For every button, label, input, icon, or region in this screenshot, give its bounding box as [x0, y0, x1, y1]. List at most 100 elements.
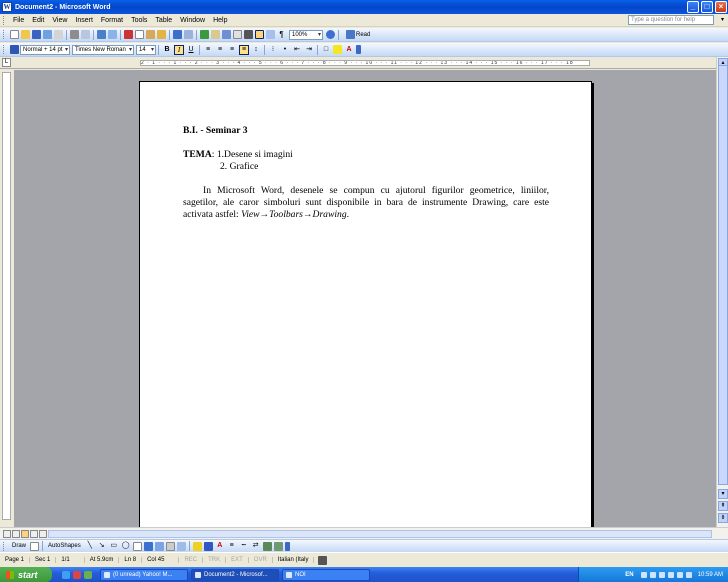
normal-view-icon[interactable] [3, 530, 11, 538]
border-icon[interactable]: □ [321, 45, 331, 55]
tray-messenger-icon[interactable] [649, 571, 656, 578]
fill-color-icon[interactable] [192, 541, 202, 551]
close-button[interactable]: × [715, 1, 727, 13]
help-search-input[interactable]: Type a question for help [628, 15, 714, 25]
line-tool-icon[interactable]: ╲ [85, 541, 95, 551]
toolbar-grip[interactable] [3, 45, 6, 54]
outline-view-icon[interactable] [30, 530, 38, 538]
vertical-scrollbar[interactable]: ▴ ▾ ⇞ ⇟ [716, 57, 728, 527]
menu-window[interactable]: Window [176, 17, 209, 24]
increase-indent-icon[interactable]: ⇥ [304, 45, 314, 55]
toolbar-options-icon[interactable] [356, 45, 361, 54]
print-preview-icon[interactable] [81, 30, 90, 39]
tray-network-icon[interactable] [667, 571, 674, 578]
tab-selector-icon[interactable]: L [2, 58, 11, 67]
web-view-icon[interactable] [12, 530, 20, 538]
menu-help[interactable]: Help [209, 17, 231, 24]
tables-borders-icon[interactable] [211, 30, 220, 39]
read-button[interactable]: Read [345, 30, 370, 39]
draw-font-color-icon[interactable]: A [215, 541, 225, 551]
paste-icon[interactable] [146, 30, 155, 39]
open-folder-icon[interactable] [21, 30, 30, 39]
chevron-down-icon[interactable]: ▾ [721, 16, 724, 23]
scroll-thumb[interactable] [718, 65, 728, 485]
menu-view[interactable]: View [48, 17, 71, 24]
align-left-icon[interactable]: ≡ [203, 45, 213, 55]
insert-picture-icon[interactable] [176, 541, 186, 551]
autoshapes-menu-button[interactable]: AutoShapes [45, 543, 84, 549]
font-size-select[interactable]: 14 [136, 44, 156, 55]
undo-icon[interactable] [173, 30, 182, 39]
drawing-toggle-icon[interactable] [255, 30, 264, 39]
email-icon[interactable] [54, 30, 63, 39]
permission-icon[interactable] [43, 30, 52, 39]
print-icon[interactable] [70, 30, 79, 39]
language-indicator[interactable]: EN [625, 572, 633, 578]
menu-table[interactable]: Table [151, 17, 176, 24]
insert-excel-icon[interactable] [233, 30, 242, 39]
menu-file[interactable]: File [9, 17, 28, 24]
clip-art-icon[interactable] [165, 541, 175, 551]
maximize-button[interactable]: □ [701, 1, 713, 13]
draw-menu-button[interactable]: Draw [9, 543, 29, 549]
tray-update-icon[interactable] [685, 571, 692, 578]
ruler-scale[interactable]: 2 · 1 · · · 1 · · · 2 · · · 3 · · · 4 · … [140, 60, 590, 66]
3d-style-icon[interactable] [273, 541, 283, 551]
columns-icon[interactable] [244, 30, 253, 39]
status-trk[interactable]: TRK [203, 557, 227, 563]
copy-icon[interactable] [135, 30, 144, 39]
dash-style-icon[interactable]: ┅ [239, 541, 249, 551]
status-ext[interactable]: EXT [226, 557, 249, 563]
font-color-icon[interactable]: A [344, 45, 354, 55]
menu-tools[interactable]: Tools [127, 17, 151, 24]
menu-edit[interactable]: Edit [28, 17, 48, 24]
oval-tool-icon[interactable]: ◯ [121, 541, 131, 551]
spelling-status-icon[interactable] [318, 555, 328, 565]
line-color-icon[interactable] [203, 541, 213, 551]
ie-icon[interactable] [62, 570, 70, 579]
bullets-icon[interactable]: • [280, 45, 290, 55]
justify-icon[interactable]: ≡ [239, 44, 249, 55]
document-map-icon[interactable] [266, 30, 275, 39]
shadow-style-icon[interactable] [262, 541, 272, 551]
numbering-icon[interactable]: ⁝ [268, 45, 278, 55]
arrow-style-icon[interactable]: ⇄ [251, 541, 261, 551]
styles-formatting-icon[interactable] [10, 45, 19, 54]
status-language[interactable]: Italian (Italy [273, 557, 315, 563]
style-select[interactable]: Normal + 14 pt [20, 44, 70, 55]
save-icon[interactable] [32, 30, 41, 39]
taskbar-item-yahoo[interactable]: (0 unread) Yahoo! M... [100, 568, 188, 581]
help-icon[interactable] [326, 30, 335, 39]
spelling-icon[interactable] [97, 30, 106, 39]
toolbar-options-icon[interactable] [284, 541, 290, 551]
cut-icon[interactable] [124, 30, 133, 39]
previous-page-icon[interactable]: ⇞ [718, 501, 728, 511]
toolbar-grip[interactable] [3, 541, 6, 551]
text-box-icon[interactable] [132, 541, 142, 551]
reading-view-icon[interactable] [39, 530, 47, 538]
research-icon[interactable] [108, 30, 117, 39]
next-page-icon[interactable]: ⇟ [718, 513, 728, 523]
horizontal-scrollbar[interactable] [0, 527, 728, 539]
new-document-icon[interactable] [10, 30, 19, 39]
select-objects-icon[interactable] [30, 541, 40, 551]
align-right-icon[interactable]: ≡ [227, 45, 237, 55]
tray-antivirus-icon[interactable] [658, 571, 665, 578]
decrease-indent-icon[interactable]: ⇤ [292, 45, 302, 55]
font-select[interactable]: Times New Roman [72, 44, 134, 55]
status-ovr[interactable]: OVR [249, 557, 273, 563]
menu-insert[interactable]: Insert [71, 17, 97, 24]
line-spacing-icon[interactable]: ↕ [251, 45, 261, 55]
document-page[interactable]: B.I. - Seminar 3 TEMA: 1.Desene si imagi… [139, 81, 592, 529]
menu-format[interactable]: Format [97, 17, 127, 24]
hyperlink-icon[interactable] [200, 30, 209, 39]
minimize-button[interactable]: _ [687, 1, 699, 13]
start-button[interactable]: start [0, 567, 52, 582]
italic-button[interactable]: I [174, 44, 184, 55]
zoom-select[interactable]: 100% [289, 29, 323, 40]
align-center-icon[interactable]: ≡ [215, 45, 225, 55]
messenger-icon[interactable] [84, 570, 92, 579]
status-rec[interactable]: REC [179, 557, 204, 563]
toolbar-grip[interactable] [3, 15, 6, 25]
bold-button[interactable]: B [162, 45, 172, 55]
